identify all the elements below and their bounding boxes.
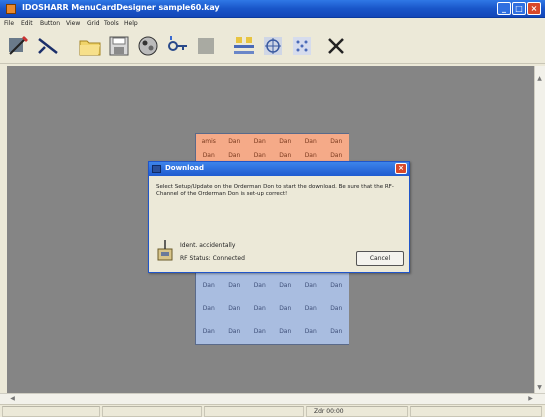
grid-cell[interactable]: Dan: [196, 274, 222, 297]
save-icon[interactable]: [105, 32, 133, 60]
pen-tool-icon[interactable]: [4, 32, 32, 60]
menu-edit[interactable]: Edit: [21, 20, 33, 27]
grid-cell[interactable]: Dan: [221, 297, 247, 320]
arrow-tool-icon[interactable]: [34, 32, 62, 60]
dotted-grid-icon[interactable]: [288, 32, 316, 60]
cancel-button[interactable]: Cancel: [356, 251, 404, 266]
folder-open-icon[interactable]: [76, 32, 104, 60]
scroll-right-icon[interactable]: ▶: [526, 394, 535, 403]
grid-cell[interactable]: Dan: [247, 320, 273, 344]
rf-status-text: RF Status: Connected: [180, 255, 245, 262]
menu-grid[interactable]: Grid: [87, 20, 100, 27]
grid-cell[interactable]: Dan: [272, 320, 298, 344]
menu-button[interactable]: Button: [40, 20, 60, 27]
grid-cell[interactable]: Dan: [196, 297, 222, 320]
menu-tools[interactable]: Tools: [104, 20, 119, 27]
grid-cell[interactable]: Dan: [221, 134, 247, 150]
grid-cell[interactable]: Dan: [247, 297, 273, 320]
grid-cell[interactable]: Dan: [298, 297, 324, 320]
grid-cell[interactable]: Dan: [196, 320, 222, 344]
menu-bar: File Edit Button View Grid Tools Help: [0, 18, 545, 30]
key-tool-icon[interactable]: [163, 32, 191, 60]
grid-cell[interactable]: Dan: [247, 134, 273, 150]
download-dialog: Download × Select Setup/Update on the Or…: [148, 161, 410, 273]
paint-icon[interactable]: [134, 32, 162, 60]
vertical-scrollbar[interactable]: ▲ ▼: [534, 66, 545, 393]
status-cell: [2, 406, 100, 417]
dialog-app-icon: [152, 165, 161, 173]
cross-icon[interactable]: [322, 32, 350, 60]
title-bar: IDOSHARR MenuCardDesigner sample60.kay _…: [0, 0, 545, 18]
menu-help[interactable]: Help: [124, 20, 138, 27]
status-cell: [102, 406, 202, 417]
status-cell: [410, 406, 542, 417]
app-icon: [6, 4, 16, 14]
scroll-left-icon[interactable]: ◀: [8, 394, 17, 403]
maximize-button[interactable]: □: [512, 2, 526, 15]
handheld-device-icon: [157, 240, 173, 261]
window-title: IDOSHARR MenuCardDesigner sample60.kay: [22, 3, 220, 12]
grid-cell[interactable]: Dan: [221, 320, 247, 344]
dialog-message: Select Setup/Update on the Orderman Don …: [156, 184, 394, 197]
status-time: Zdr 00:00: [314, 408, 344, 415]
grid-cell[interactable]: Dan: [323, 297, 349, 320]
scroll-down-icon[interactable]: ▼: [535, 383, 544, 392]
transfer-icon[interactable]: [230, 32, 258, 60]
menu-file[interactable]: File: [4, 20, 14, 27]
grid-cell[interactable]: Dan: [298, 320, 324, 344]
grid-cell[interactable]: amis: [196, 134, 222, 150]
status-bar: Zdr 00:00: [0, 404, 545, 417]
grid-cell[interactable]: Dan: [272, 134, 298, 150]
status-cell: [204, 406, 304, 417]
compass-icon[interactable]: [259, 32, 287, 60]
menu-view[interactable]: View: [66, 20, 80, 27]
dialog-close-button[interactable]: ×: [395, 163, 407, 174]
scroll-up-icon[interactable]: ▲: [535, 74, 544, 83]
horizontal-scrollbar[interactable]: ◀ ▶: [0, 393, 545, 404]
app-window: IDOSHARR MenuCardDesigner sample60.kay _…: [0, 0, 545, 417]
dialog-title: Download: [165, 164, 205, 172]
toolbar: [0, 30, 545, 64]
grid-cell[interactable]: Dan: [323, 274, 349, 297]
close-button[interactable]: ×: [527, 2, 541, 15]
dialog-title-bar[interactable]: Download ×: [149, 162, 409, 176]
grid-cell[interactable]: Dan: [272, 297, 298, 320]
grid-cell[interactable]: Dan: [298, 274, 324, 297]
ident-status-text: Ident. accidentally: [180, 242, 236, 249]
grid-cell[interactable]: Dan: [323, 134, 349, 150]
grid-cell[interactable]: Dan: [272, 274, 298, 297]
block-icon[interactable]: [192, 32, 220, 60]
grid-cell[interactable]: Dan: [298, 134, 324, 150]
grid-cell[interactable]: Dan: [323, 320, 349, 344]
minimize-button[interactable]: _: [497, 2, 511, 15]
grid-cell[interactable]: Dan: [247, 274, 273, 297]
grid-cell[interactable]: Dan: [221, 274, 247, 297]
